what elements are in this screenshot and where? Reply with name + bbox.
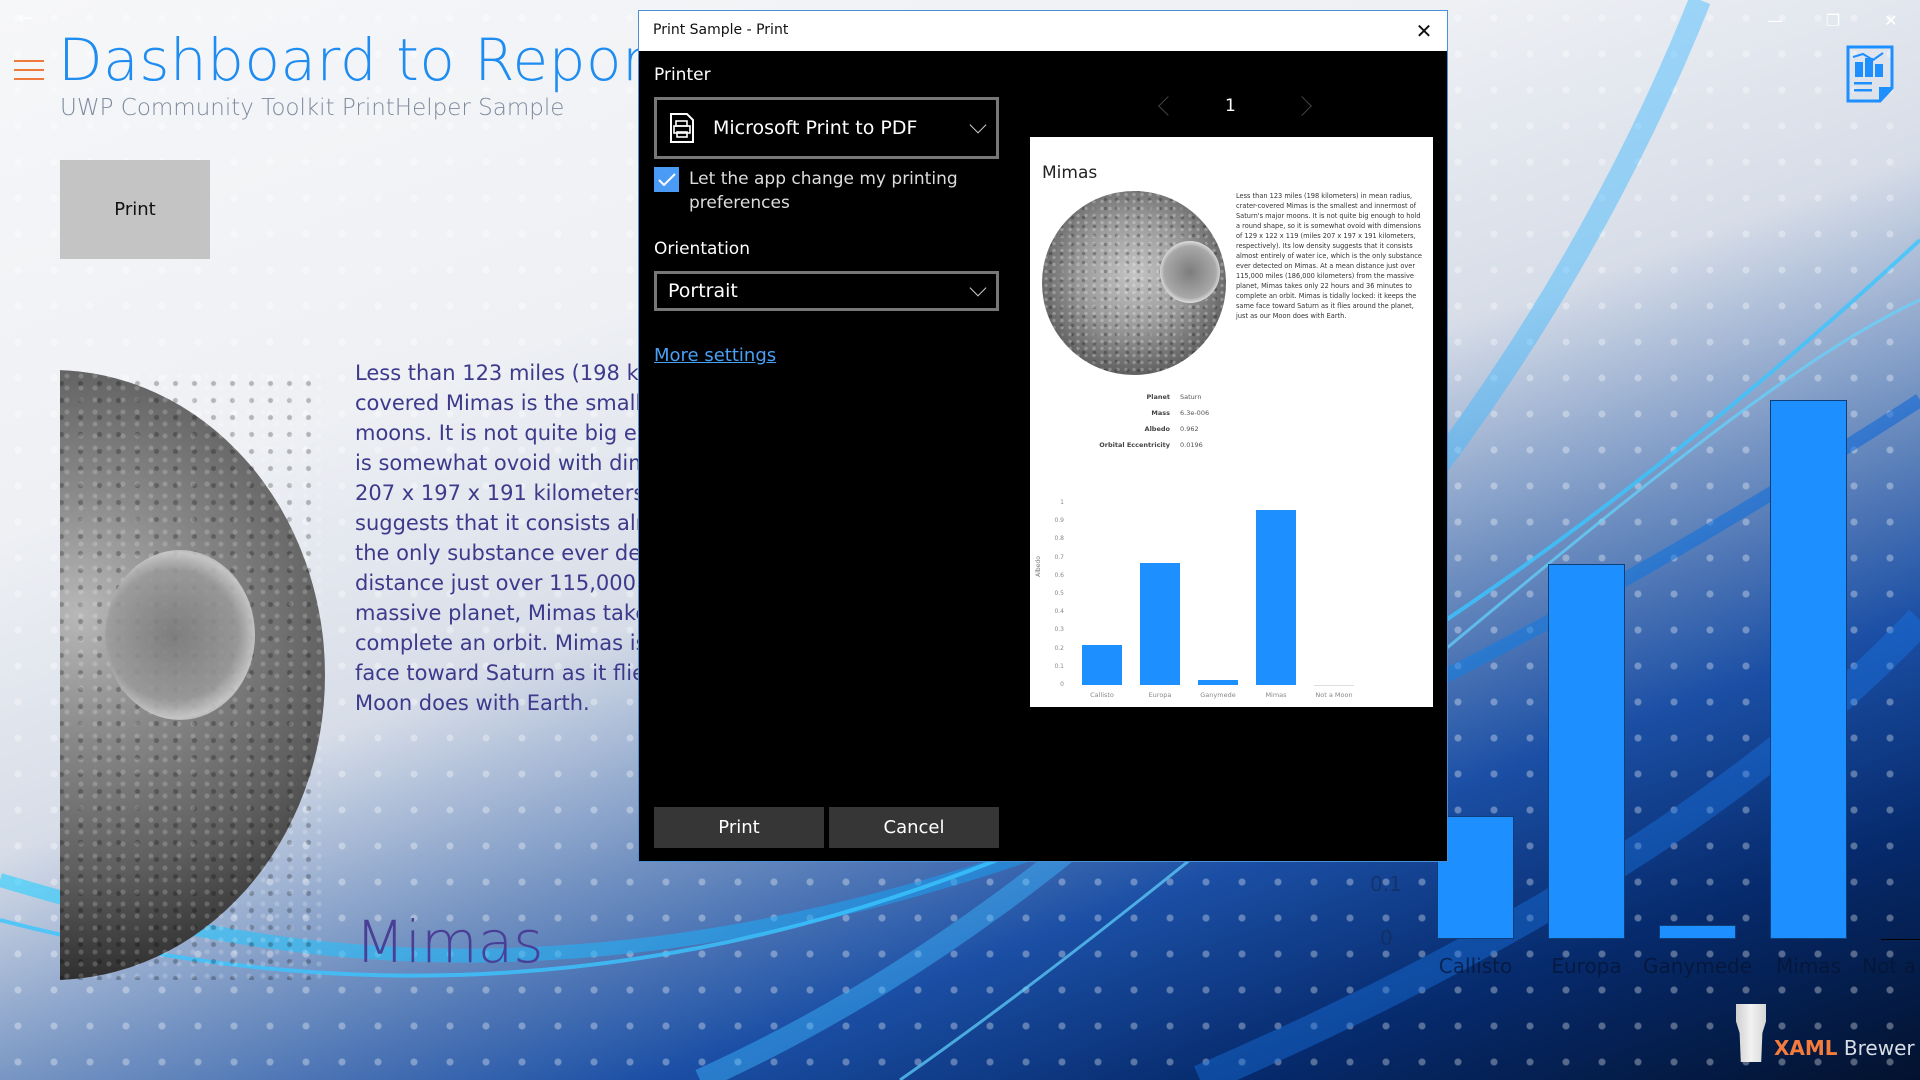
dashboard-x-tick-label: Not a Moon [1862, 954, 1920, 978]
printer-icon [670, 113, 694, 143]
dashboard-bar-callisto [1437, 815, 1514, 939]
dialog-close-icon[interactable]: ✕ [1401, 11, 1447, 51]
hamburger-menu-button[interactable] [14, 58, 44, 82]
dashboard-bar-ganymede [1659, 925, 1736, 939]
more-settings-link[interactable]: More settings [654, 345, 776, 366]
preview-x-tick-label: Ganymede [1200, 691, 1236, 699]
dashboard-x-tick-label: Callisto [1438, 954, 1513, 978]
preview-y-tick-label: 0 [1060, 681, 1064, 688]
preview-moon-crater [1160, 241, 1220, 303]
preview-y-tick-label: 0.2 [1054, 644, 1064, 652]
page-number: 1 [1225, 96, 1236, 116]
restore-icon[interactable]: ❐ [1804, 0, 1862, 40]
hamburger-line [14, 78, 44, 80]
brand-part-brewer: Brewer [1843, 1036, 1915, 1060]
app-preferences-label: Let the app change my printing preferenc… [689, 169, 958, 213]
preview-bar-ganymede [1198, 680, 1238, 685]
dashboard-x-tick-label: Ganymede [1642, 954, 1753, 978]
hamburger-line [14, 69, 44, 71]
orientation-label: Orientation [654, 239, 750, 259]
y-tick-label: 0 [1380, 926, 1393, 950]
minimize-icon[interactable]: — [1746, 0, 1804, 40]
preview-bar-mimas [1256, 509, 1296, 685]
preview-description: Less than 123 miles (198 kilometers) in … [1236, 192, 1422, 320]
preview-bar-callisto [1082, 644, 1122, 685]
preview-x-tick-label: Callisto [1090, 691, 1114, 699]
printer-select[interactable]: Microsoft Print to PDF [654, 97, 999, 159]
preview-properties-table: Planet Saturn Mass 6.3e-006 Albedo 0.962 Orbit… [1070, 389, 1209, 453]
printer-label: Printer [654, 65, 711, 85]
print-button[interactable]: Print [60, 160, 210, 259]
property-key: Mass [1151, 409, 1170, 417]
beer-glass-logo-icon [1736, 1004, 1766, 1062]
property-key: Planet [1146, 393, 1170, 401]
preview-y-axis-label: Albedo [1034, 556, 1042, 577]
preview-x-tick-label: Europa [1148, 691, 1172, 699]
property-value: Saturn [1180, 393, 1202, 401]
moon-name-heading: Mimas [355, 908, 544, 976]
orientation-select[interactable]: Portrait [654, 271, 999, 311]
moon-image [60, 370, 326, 980]
dialog-titlebar: Print Sample - Print ✕ [639, 11, 1447, 51]
preview-y-tick-label: 0.3 [1054, 626, 1064, 634]
property-value: 6.3e-006 [1180, 409, 1210, 417]
preview-y-tick-label: 0.4 [1054, 608, 1064, 616]
property-value: 0.0196 [1180, 441, 1203, 449]
dashboard-bar-not-a-moon [1881, 939, 1920, 940]
preview-bar-europa [1140, 563, 1180, 685]
dashboard-bar-mimas [1770, 400, 1847, 939]
dashboard-albedo-chart: 0.1 0 Callisto Europa Ganymede Mimas Not a M… [1370, 360, 1920, 1000]
chevron-down-icon [969, 279, 987, 297]
preview-y-tick-label: 0.7 [1054, 553, 1064, 561]
previous-page-icon[interactable] [1158, 96, 1178, 116]
page-subtitle: UWP Community Toolkit PrintHelper Sample [60, 95, 565, 121]
preview-bar-not-a-moon [1314, 685, 1354, 686]
dashboard-bar-europa [1548, 563, 1625, 939]
preview-moon-name: Mimas [1042, 163, 1098, 183]
herschel-crater [105, 550, 255, 720]
property-row: Planet Saturn [1070, 389, 1209, 405]
orientation-value: Portrait [668, 280, 738, 302]
dialog-title: Print Sample - Print [653, 22, 789, 38]
preview-y-tick-label: 0.5 [1054, 590, 1064, 597]
preview-moon-image [1042, 191, 1226, 375]
y-tick-label: 0.1 [1370, 872, 1402, 896]
dashboard-x-tick-label: Mimas [1776, 954, 1841, 978]
preview-y-tick-label: 0.1 [1054, 662, 1064, 670]
chevron-down-icon [969, 116, 987, 134]
preview-y-tick-label: 1 [1060, 499, 1064, 506]
printer-value: Microsoft Print to PDF [713, 117, 918, 139]
dialog-print-button[interactable]: Print [654, 807, 824, 848]
property-row: Albedo 0.962 [1070, 421, 1209, 437]
preview-y-tick-label: 0.6 [1054, 571, 1064, 579]
preview-albedo-chart: Albedo 0 0.1 0.2 0.3 0.4 0.5 0.6 0.7 0.8 0.9 1 Call… [1035, 453, 1430, 699]
print-dialog: Print Sample - Print ✕ Printer Microsoft… [638, 10, 1448, 862]
property-value: 0.962 [1180, 425, 1199, 433]
preview-x-tick-label: Not a Moon [1315, 691, 1353, 699]
print-preview-page: Mimas Less than 123 miles (198 kilometer… [1030, 137, 1433, 707]
next-page-icon[interactable] [1292, 96, 1312, 116]
hamburger-line [14, 60, 44, 62]
dashboard-x-tick-label: Europa [1551, 954, 1622, 978]
brand-logo-text: XAML Brewer [1774, 1036, 1915, 1060]
page-title: Dashboard to Report [58, 26, 670, 94]
preview-y-tick-label: 0.8 [1054, 535, 1064, 543]
preview-x-tick-label: Mimas [1265, 691, 1287, 699]
dialog-cancel-button[interactable]: Cancel [829, 807, 999, 848]
window-controls: — ❐ ✕ [1746, 0, 1920, 40]
property-row: Mass 6.3e-006 [1070, 405, 1209, 421]
brand-part-xaml: XAML [1774, 1036, 1838, 1060]
app-preferences-checkbox[interactable] [654, 167, 679, 192]
property-row: Orbital Eccentricity 0.0196 [1070, 437, 1209, 453]
window-close-icon[interactable]: ✕ [1862, 0, 1920, 40]
preview-y-tick-label: 0.9 [1054, 517, 1064, 525]
back-arrow-icon[interactable]: ← [18, 8, 42, 29]
property-key: Albedo [1144, 425, 1170, 433]
report-chart-icon[interactable] [1845, 44, 1895, 104]
property-key: Orbital Eccentricity [1099, 441, 1170, 449]
checkmark-icon [657, 172, 676, 186]
